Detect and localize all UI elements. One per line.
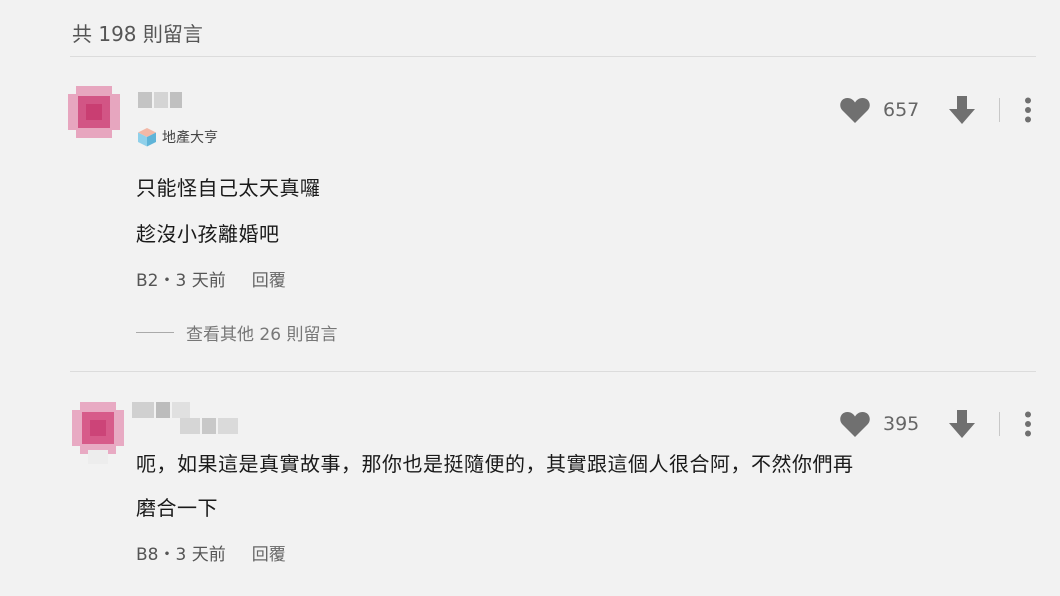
reply-button[interactable]: 回覆 — [252, 540, 286, 565]
avatar[interactable] — [72, 402, 124, 464]
username-blurred[interactable] — [132, 402, 190, 418]
badge-label: 地產大亨 — [162, 130, 218, 146]
downvote-arrow-icon[interactable] — [947, 408, 977, 440]
comment-text-line: 只能怪自己太天真囉 — [136, 176, 321, 200]
comment-actions: 395 — [839, 408, 1032, 440]
like-count: 395 — [883, 413, 920, 435]
heart-icon[interactable] — [839, 96, 871, 124]
like-count: 657 — [883, 99, 920, 121]
floor-time: B2・3 天前 — [136, 271, 226, 291]
comment-actions: 657 — [839, 94, 1032, 126]
more-options-icon[interactable] — [1024, 97, 1032, 123]
floor-time: B8・3 天前 — [136, 545, 226, 565]
comment-text-line: 呃，如果這是真實故事，那你也是挺隨便的，其實跟這個人很合阿，不然你們再 — [136, 452, 854, 476]
heart-icon[interactable] — [839, 410, 871, 438]
comment-divider — [70, 371, 1036, 372]
reply-button[interactable]: 回覆 — [252, 266, 286, 291]
username-blurred-2 — [180, 418, 238, 434]
more-replies-label: 查看其他 26 則留言 — [186, 325, 338, 345]
header-divider — [70, 56, 1036, 57]
more-options-icon[interactable] — [1024, 411, 1032, 437]
comment-text-line: 磨合一下 — [136, 496, 218, 520]
view-more-replies[interactable]: 查看其他 26 則留言 — [136, 320, 337, 345]
action-separator — [999, 98, 1000, 122]
action-separator — [999, 412, 1000, 436]
badge-cube-icon — [138, 128, 156, 147]
comment-count: 共 198 則留言 — [72, 22, 203, 46]
username-blurred[interactable] — [138, 92, 182, 108]
avatar[interactable] — [68, 86, 120, 138]
user-badge: 地產大亨 — [136, 126, 218, 148]
more-replies-line — [136, 332, 174, 333]
downvote-arrow-icon[interactable] — [947, 94, 977, 126]
comment-text-line: 趁沒小孩離婚吧 — [136, 222, 280, 246]
